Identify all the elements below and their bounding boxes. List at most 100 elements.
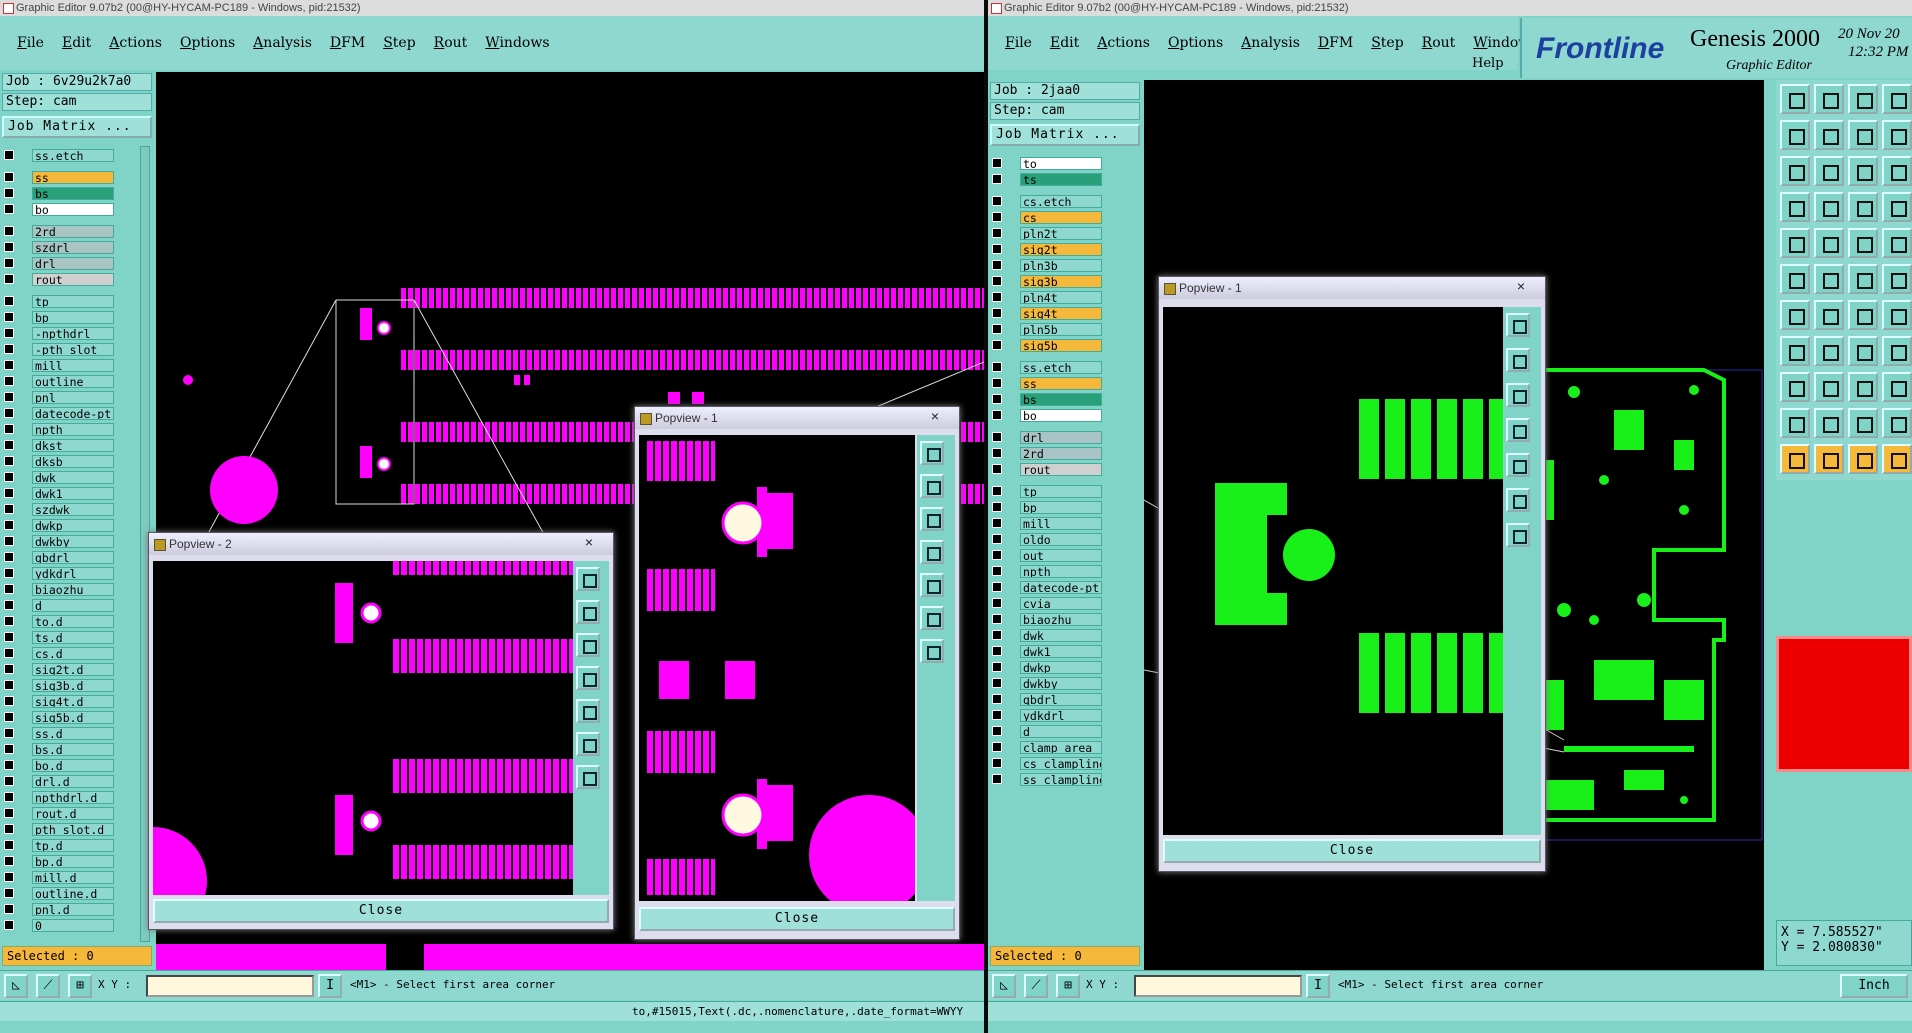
left-layer-row[interactable]: to.d [4, 614, 114, 628]
right-layer-row[interactable]: ss [992, 376, 1102, 390]
left-layer-row[interactable]: outline [4, 374, 114, 388]
layer-color-swatch[interactable] [1005, 431, 1017, 443]
layer-checkbox[interactable] [4, 312, 14, 322]
left-layer-row[interactable]: dwk1 [4, 486, 114, 500]
layer-color-swatch[interactable] [17, 359, 29, 371]
layer-checkbox[interactable] [4, 504, 14, 514]
layer-checkbox[interactable] [992, 260, 1002, 270]
layer-color-swatch[interactable] [17, 663, 29, 675]
left-layer-row[interactable]: 2rd [4, 224, 114, 238]
left-layer-row[interactable]: ydkdrl [4, 566, 114, 580]
right-grid-icon[interactable]: ⊞ [1056, 974, 1080, 998]
layer-color-swatch[interactable] [1005, 709, 1017, 721]
layer-checkbox[interactable] [992, 158, 1002, 168]
right-layer-row[interactable]: pln4t [992, 290, 1102, 304]
toolbox-tool-icon[interactable] [1780, 300, 1810, 330]
layer-color-swatch[interactable] [17, 919, 29, 931]
right-menu-edit[interactable]: Edit [1050, 35, 1079, 51]
layer-checkbox[interactable] [992, 410, 1002, 420]
layer-checkbox[interactable] [992, 726, 1002, 736]
layer-color-swatch[interactable] [17, 727, 29, 739]
popview-tool-icon[interactable] [1506, 488, 1530, 512]
right-draw-icon[interactable]: ⟋ [1024, 974, 1048, 998]
layer-checkbox[interactable] [4, 258, 14, 268]
right-popview-1-canvas[interactable] [1163, 307, 1503, 835]
popview-tool-icon[interactable] [920, 474, 944, 498]
layer-checkbox[interactable] [4, 728, 14, 738]
toolbox-tool-icon[interactable] [1882, 192, 1912, 222]
layer-checkbox[interactable] [992, 464, 1002, 474]
layer-checkbox[interactable] [992, 432, 1002, 442]
layer-color-swatch[interactable] [1005, 275, 1017, 287]
layer-color-swatch[interactable] [17, 519, 29, 531]
left-layer-row[interactable]: outline.d [4, 886, 114, 900]
left-layer-row[interactable]: mill.d [4, 870, 114, 884]
layer-checkbox[interactable] [992, 486, 1002, 496]
left-layer-row[interactable]: 0 [4, 918, 114, 932]
left-layer-row[interactable]: dwkby [4, 534, 114, 548]
popview-tool-icon[interactable] [576, 732, 600, 756]
layer-color-swatch[interactable] [1005, 243, 1017, 255]
left-layer-row[interactable]: drl.d [4, 774, 114, 788]
layer-color-swatch[interactable] [1005, 377, 1017, 389]
left-layer-row[interactable]: pnl.d [4, 902, 114, 916]
layer-color-swatch[interactable] [17, 791, 29, 803]
left-layer-row[interactable]: sig4t.d [4, 694, 114, 708]
toolbox-tool-icon[interactable] [1814, 192, 1844, 222]
layer-color-swatch[interactable] [17, 839, 29, 851]
layer-color-swatch[interactable] [1005, 549, 1017, 561]
popview-tool-icon[interactable] [1506, 348, 1530, 372]
left-menu-dfm[interactable]: DFM [330, 35, 365, 51]
layer-color-swatch[interactable] [17, 775, 29, 787]
left-layer-row[interactable]: dwk [4, 470, 114, 484]
layer-checkbox[interactable] [4, 172, 14, 182]
popview-tool-icon[interactable] [920, 507, 944, 531]
toolbox-tool-icon[interactable] [1848, 444, 1878, 474]
layer-color-swatch[interactable] [1005, 501, 1017, 513]
toolbox-tool-icon[interactable] [1780, 444, 1810, 474]
layer-checkbox[interactable] [4, 344, 14, 354]
layer-color-swatch[interactable] [1005, 259, 1017, 271]
layer-color-swatch[interactable] [1005, 291, 1017, 303]
toolbox-tool-icon[interactable] [1882, 264, 1912, 294]
left-menu-analysis[interactable]: Analysis [253, 35, 312, 51]
layer-color-swatch[interactable] [1005, 173, 1017, 185]
popview-tool-icon[interactable] [920, 441, 944, 465]
toolbox-tool-icon[interactable] [1780, 192, 1810, 222]
layer-checkbox[interactable] [992, 646, 1002, 656]
layer-checkbox[interactable] [4, 536, 14, 546]
toolbox-tool-icon[interactable] [1882, 372, 1912, 402]
popview-2-close-button[interactable]: Close [153, 899, 609, 923]
layer-checkbox[interactable] [4, 488, 14, 498]
left-layer-row[interactable]: ss.d [4, 726, 114, 740]
layer-color-swatch[interactable] [1005, 409, 1017, 421]
toolbox-tool-icon[interactable] [1780, 84, 1810, 114]
left-layer-row[interactable]: dksb [4, 454, 114, 468]
right-layer-row[interactable]: cs [992, 210, 1102, 224]
layer-color-swatch[interactable] [17, 375, 29, 387]
layer-checkbox[interactable] [4, 568, 14, 578]
right-layer-row[interactable]: bo [992, 408, 1102, 422]
right-layer-row[interactable]: rout [992, 462, 1102, 476]
right-menu-file[interactable]: File [1005, 35, 1032, 51]
layer-checkbox[interactable] [4, 226, 14, 236]
layer-checkbox[interactable] [992, 448, 1002, 458]
right-layer-row[interactable]: sig3b [992, 274, 1102, 288]
left-layer-row[interactable]: ss [4, 170, 114, 184]
layer-color-swatch[interactable] [17, 823, 29, 835]
popview-tool-icon[interactable] [576, 765, 600, 789]
layer-checkbox[interactable] [992, 534, 1002, 544]
right-xy-input[interactable] [1134, 975, 1302, 997]
layer-color-swatch[interactable] [17, 171, 29, 183]
toolbox-tool-icon[interactable] [1882, 84, 1912, 114]
layer-color-swatch[interactable] [1005, 613, 1017, 625]
layer-color-swatch[interactable] [17, 471, 29, 483]
layer-checkbox[interactable] [992, 362, 1002, 372]
right-cursor-icon[interactable]: I [1306, 974, 1330, 998]
layer-color-swatch[interactable] [1005, 757, 1017, 769]
layer-checkbox[interactable] [4, 648, 14, 658]
toolbox-tool-icon[interactable] [1814, 372, 1844, 402]
layer-color-swatch[interactable] [1005, 725, 1017, 737]
layer-color-swatch[interactable] [17, 455, 29, 467]
layer-checkbox[interactable] [4, 440, 14, 450]
